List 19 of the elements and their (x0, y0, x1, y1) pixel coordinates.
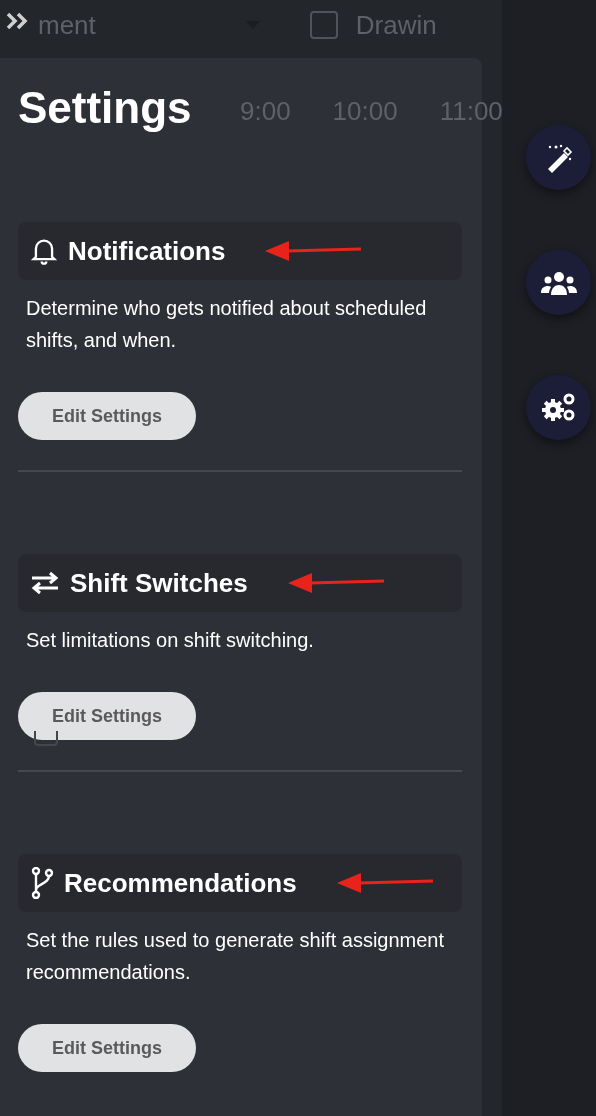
panel-title: Settings (18, 82, 192, 134)
toolbar-label: Drawin (355, 9, 437, 41)
section-title: Notifications (68, 235, 226, 267)
section-description: Set the rules used to generate shift assignment recommendations. (26, 928, 446, 985)
expand-icon[interactable] (6, 12, 30, 30)
section-title: Shift Switches (70, 567, 248, 599)
swap-arrows-icon (30, 571, 60, 595)
section-title: Recommendations (64, 867, 297, 899)
edit-settings-button[interactable]: Edit Settings (18, 392, 196, 440)
filter-value: ment (38, 9, 96, 41)
branch-icon (30, 867, 54, 899)
section-description: Set limitations on shift switching. (26, 628, 315, 653)
gears-icon (540, 392, 577, 423)
edit-settings-button[interactable]: Edit Settings (18, 692, 196, 740)
time-label: 11:00 (439, 96, 503, 127)
section-description: Determine who gets notified about scheduled shifts, and when. (26, 296, 428, 353)
edit-settings-button[interactable]: Edit Settings (18, 1024, 196, 1072)
checkbox[interactable] (309, 11, 338, 39)
people-icon (540, 270, 577, 295)
